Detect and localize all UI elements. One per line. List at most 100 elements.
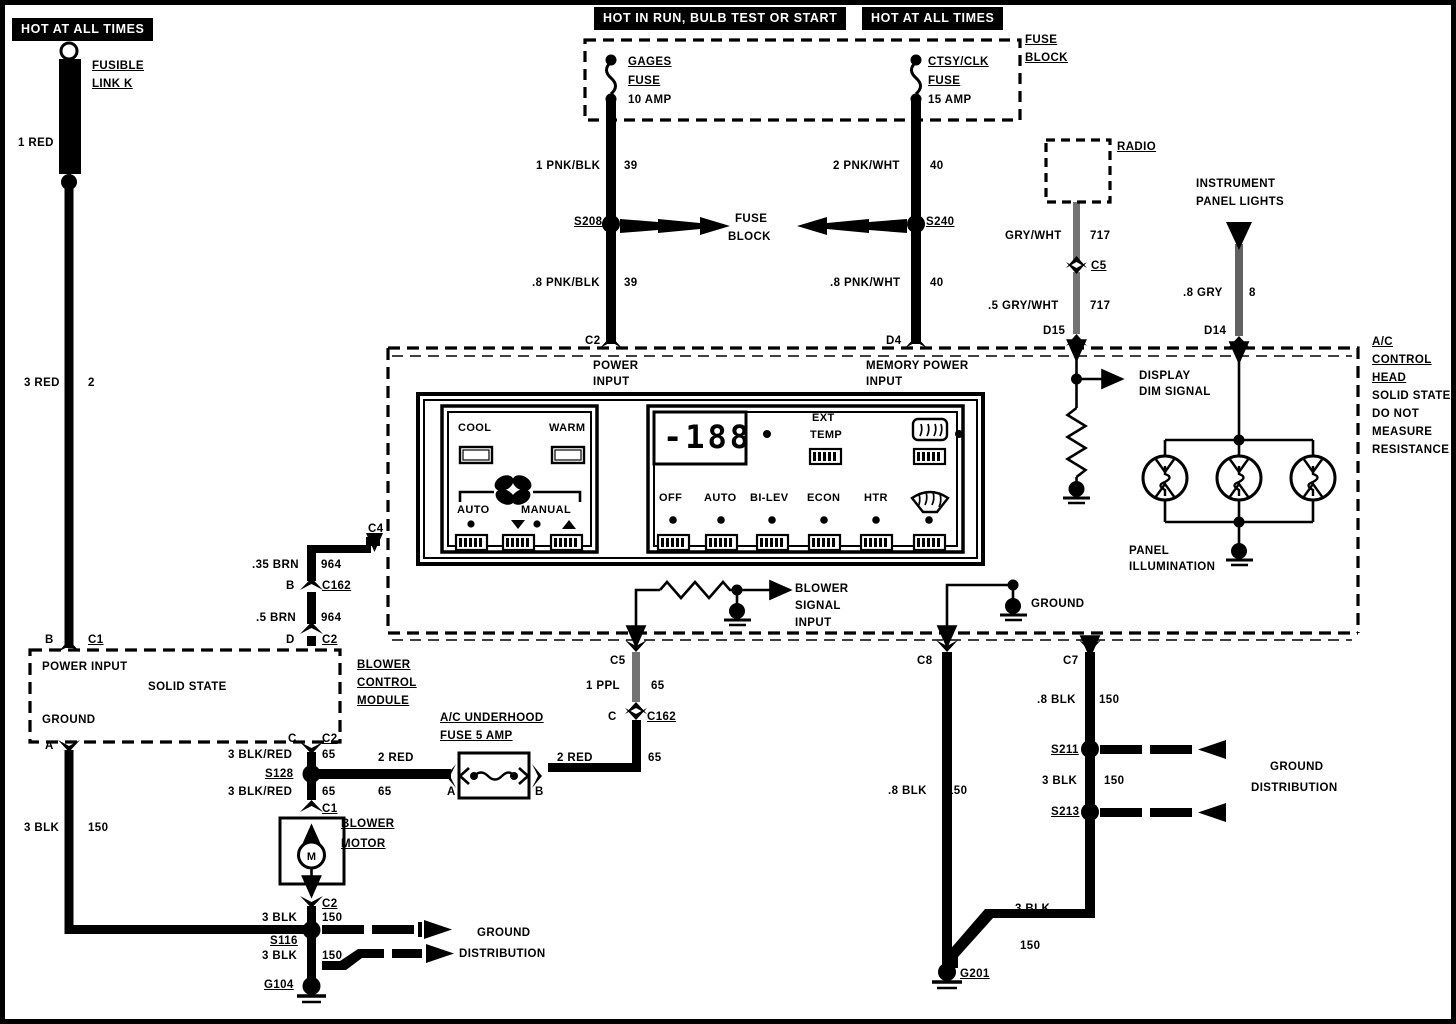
warm-label: WARM [549,422,586,434]
wire-label-blk-g201: 3 BLK [1015,903,1051,915]
ground-distribution-left-1: GROUND [477,927,531,939]
circuit-label-2: 2 [88,377,95,389]
circuit-label-39-bot: 39 [624,277,638,289]
circuit-label-8: 8 [1249,287,1256,299]
ac-head-title-1: A/C [1372,336,1394,348]
connector-c4-head: C4 [368,523,384,535]
ext-temp-label-1: EXT [812,412,835,424]
circuit-label-65-upper: 65 [322,749,336,761]
splice-s208: S208 [574,216,603,228]
ac-head-title-2: CONTROL [1372,354,1432,366]
instrument-panel-lights-1: INSTRUMENT [1196,178,1276,190]
circuit-label-150-s211-s213: 150 [1104,775,1125,787]
terminal-c-c2: C [288,733,297,745]
module-solid-state-label: SOLID STATE [148,681,227,693]
circuit-label-65-ppl: 65 [651,680,665,692]
mode-label-bi-lev: BI-LEV [750,492,789,504]
power-input-label-1: POWER [593,360,639,372]
terminal-c-c162: C [608,711,617,723]
gages-fuse-name-1: GAGES [628,56,672,68]
blower-motor-label-2: MOTOR [341,838,386,850]
wiring-diagram-page: M HOT AT ALL TIMES HOT IN RUN, BULB TEST… [0,0,1456,1024]
wire-label-3-blk-left: 3 BLK [24,822,60,834]
connector-c8-head: C8 [917,655,933,667]
bcm-title-2: CONTROL [357,677,417,689]
terminal-a-fuse: A [447,786,456,798]
fuse-block-label-1: FUSE [1025,34,1058,46]
wire-label-gry-8: .8 GRY [1183,287,1223,299]
fuse-block-label-2: BLOCK [1025,52,1068,64]
ac-head-note-3: MEASURE [1372,426,1433,438]
terminal-b-fuse: B [535,786,544,798]
wire-label-blk-c7: .8 BLK [1037,694,1076,706]
wire-label-blk-s211-s213: 3 BLK [1042,775,1078,787]
wire-label-pnk-wht-bot: .8 PNK/WHT [830,277,901,289]
blower-signal-input-branch [625,579,793,652]
connector-c2-head: C2 [585,335,601,347]
ac-head-note-4: RESISTANCE [1372,444,1450,456]
auto-label-left: AUTO [457,504,490,516]
manual-label: MANUAL [521,504,572,516]
connector-c5-head: C5 [610,655,626,667]
circuit-label-40-top: 40 [930,160,944,172]
radio-label: RADIO [1117,141,1157,153]
ground-distribution-left-2: DISTRIBUTION [459,948,546,960]
temperature-display: -188 [663,418,753,456]
ac-control-head-outline-top [388,346,1360,633]
terminal-b-left: B [45,634,54,646]
ac-head-note-1: SOLID STATE: [1372,390,1455,402]
wire-label-blk-c8: .8 BLK [888,785,927,797]
terminal-d-c2: D [286,634,295,646]
fusible-link-label-1: FUSIBLE [92,60,144,72]
bcm-title-1: BLOWER [357,659,411,671]
wire-label-blk-motor-out: 3 BLK [262,912,298,924]
circuit-label-150-c8: 150 [947,785,968,797]
wire-label-blk-g104: 3 BLK [262,950,298,962]
banner-hot-at-all-times-right: HOT AT ALL TIMES [862,7,1004,30]
ac-head-note-2: DO NOT [1372,408,1420,420]
instrument-panel-lights-2: PANEL LIGHTS [1196,196,1285,208]
ac-underhood-fuse-label-2: FUSE 5 AMP [440,730,513,742]
head-ground-branch [936,579,1027,652]
mode-label-off: OFF [659,492,683,504]
splice-s240: S240 [926,216,955,228]
splice-s211: S211 [1051,744,1079,756]
circuit-label-65-lower: 65 [322,786,336,798]
fusible-link-label-2: LINK K [92,78,133,90]
ctsy-clk-fuse-symbol [797,54,925,344]
gages-fuse-rating: 10 AMP [628,94,672,106]
gry-wht-wire-717 [1066,202,1087,346]
wire-label-pnk-blk-top: 1 PNK/BLK [536,160,601,172]
circuit-label-150-motor-out: 150 [322,912,343,924]
panel-illumination-label-2: ILLUMINATION [1129,561,1216,573]
blower-signal-label-3: INPUT [795,617,832,629]
mode-label-auto: AUTO [704,492,737,504]
ctsy-clk-fuse-name-1: CTSY/CLK [928,56,989,68]
ac-underhood-fuse-label-1: A/C UNDERHOOD [440,712,544,724]
circuit-label-717-top: 717 [1090,230,1111,242]
ext-temp-label-2: TEMP [810,429,843,441]
blower-signal-label-2: SIGNAL [795,600,841,612]
circuit-label-717-bot: 717 [1090,300,1111,312]
blower-signal-label-1: BLOWER [795,583,849,595]
terminal-a-left: A [45,740,54,752]
display-dim-label-2: DIM SIGNAL [1139,386,1211,398]
circuit-label-150-g104: 150 [322,950,343,962]
ground-distribution-right-2: DISTRIBUTION [1251,782,1338,794]
splice-s213: S213 [1051,806,1080,818]
mode-label-htr: HTR [864,492,888,504]
splice-s116: S116 [270,935,298,947]
connector-c2-module-d: C2 [322,634,338,646]
circuit-label-964-bot: 964 [321,612,342,624]
connector-c1-motor: C1 [322,803,338,815]
mode-label-econ: ECON [807,492,841,504]
wire-label-blk-red-upper: 3 BLK/RED [228,749,293,761]
connector-d15-head: D15 [1043,325,1066,337]
circuit-label-150-c7: 150 [1099,694,1120,706]
cool-label: COOL [458,422,492,434]
connector-d4-head: D4 [886,335,902,347]
ac-head-title-3: HEAD [1372,372,1407,384]
terminal-b-c162: B [286,580,295,592]
wire-label-gry-wht-bot: .5 GRY/WHT [988,300,1059,312]
connector-c1-left: C1 [88,634,104,646]
